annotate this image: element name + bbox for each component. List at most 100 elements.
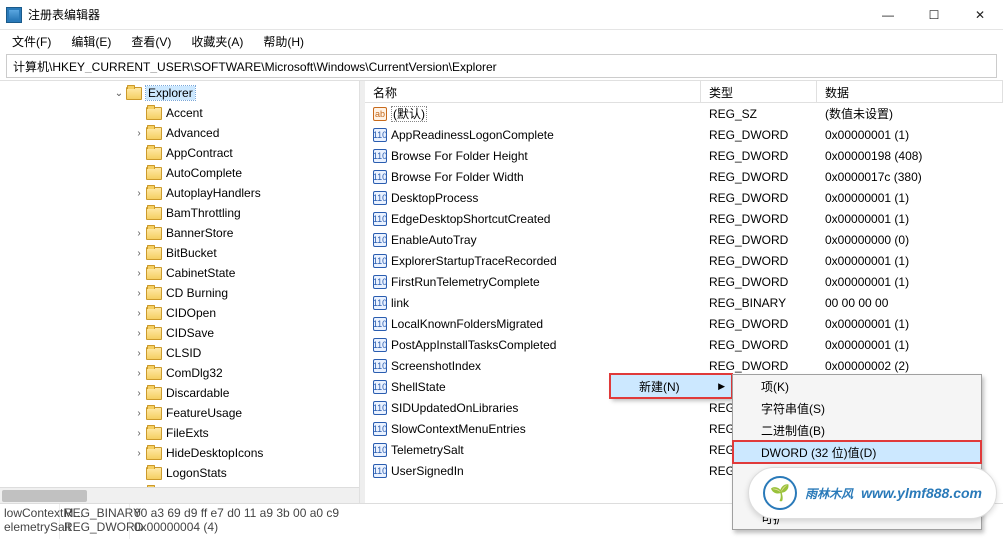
app-icon	[6, 7, 22, 23]
value-row[interactable]: 110DesktopProcessREG_DWORD0x00000001 (1)	[365, 187, 1003, 208]
value-row[interactable]: 110ScreenshotIndexREG_DWORD0x00000002 (2…	[365, 355, 1003, 376]
folder-icon	[146, 107, 162, 120]
minimize-button[interactable]: —	[865, 0, 911, 30]
value-row[interactable]: 110Browse For Folder HeightREG_DWORD0x00…	[365, 145, 1003, 166]
close-button[interactable]: ✕	[957, 0, 1003, 30]
binary-icon: 110	[373, 401, 387, 415]
tree-item[interactable]: ›BitBucket	[0, 243, 359, 263]
folder-icon	[146, 187, 162, 200]
context-item[interactable]: QW	[733, 463, 981, 485]
context-item[interactable]: 项(K)	[733, 375, 981, 397]
tree-view[interactable]: ⌄Explorer›Accent›Advanced›AppContract›Au…	[0, 81, 360, 503]
tree-item[interactable]: ›Accent	[0, 103, 359, 123]
tree-item[interactable]: ›CIDSave	[0, 323, 359, 343]
value-row[interactable]: ab(默认)REG_SZ(数值未设置)	[365, 103, 1003, 124]
context-submenu[interactable]: 项(K)字符串值(S)二进制值(B)DWORD (32 位)值(D)QW多字可扩	[732, 374, 982, 530]
tree-item-explorer[interactable]: Explorer	[146, 86, 195, 100]
value-row[interactable]: 110EdgeDesktopShortcutCreatedREG_DWORD0x…	[365, 208, 1003, 229]
tree-item[interactable]: ›AutoComplete	[0, 163, 359, 183]
binary-icon: 110	[373, 359, 387, 373]
tree-item[interactable]: ›LogonStats	[0, 463, 359, 483]
menubar: 文件(F) 编辑(E) 查看(V) 收藏夹(A) 帮助(H)	[0, 30, 1003, 52]
folder-icon	[146, 447, 162, 460]
folder-icon	[146, 347, 162, 360]
folder-icon	[146, 207, 162, 220]
column-type[interactable]: 类型	[701, 81, 817, 102]
value-row[interactable]: 110Browse For Folder WidthREG_DWORD0x000…	[365, 166, 1003, 187]
folder-icon	[146, 467, 162, 480]
binary-icon: 110	[373, 275, 387, 289]
column-data[interactable]: 数据	[817, 81, 1003, 102]
context-item[interactable]: 可扩	[733, 507, 981, 529]
context-item[interactable]: DWORD (32 位)值(D)	[733, 441, 981, 463]
folder-icon	[126, 87, 142, 100]
context-menu-new[interactable]: 新建(N)▶	[610, 374, 732, 398]
value-row[interactable]: 110linkREG_BINARY00 00 00 00	[365, 292, 1003, 313]
binary-icon: 110	[373, 149, 387, 163]
binary-icon: 110	[373, 380, 387, 394]
tree-scrollbar-horizontal[interactable]	[0, 487, 359, 503]
maximize-button[interactable]: ☐	[911, 0, 957, 30]
tree-item[interactable]: ›CLSID	[0, 343, 359, 363]
tree-item[interactable]: ›FeatureUsage	[0, 403, 359, 423]
tree-item[interactable]: ›BamThrottling	[0, 203, 359, 223]
context-item[interactable]: 多字	[733, 485, 981, 507]
folder-icon	[146, 147, 162, 160]
binary-icon: 110	[373, 464, 387, 478]
folder-icon	[146, 427, 162, 440]
binary-icon: 110	[373, 338, 387, 352]
binary-icon: 110	[373, 233, 387, 247]
titlebar: 注册表编辑器 — ☐ ✕	[0, 0, 1003, 30]
value-row[interactable]: 110AppReadinessLogonCompleteREG_DWORD0x0…	[365, 124, 1003, 145]
context-item-new[interactable]: 新建(N)▶	[611, 375, 731, 397]
folder-icon	[146, 287, 162, 300]
tree-item[interactable]: ›HideDesktopIcons	[0, 443, 359, 463]
column-headers[interactable]: 名称 类型 数据	[365, 81, 1003, 103]
tree-item[interactable]: ›CD Burning	[0, 283, 359, 303]
binary-icon: 110	[373, 443, 387, 457]
menu-favorites[interactable]: 收藏夹(A)	[183, 31, 251, 52]
tree-item[interactable]: ›BannerStore	[0, 223, 359, 243]
tree-item[interactable]: ›CabinetState	[0, 263, 359, 283]
value-row[interactable]: 110EnableAutoTrayREG_DWORD0x00000000 (0)	[365, 229, 1003, 250]
folder-icon	[146, 387, 162, 400]
folder-icon	[146, 247, 162, 260]
folder-icon	[146, 407, 162, 420]
string-icon: ab	[373, 107, 387, 121]
folder-icon	[146, 127, 162, 140]
folder-icon	[146, 327, 162, 340]
tree-item[interactable]: ›Discardable	[0, 383, 359, 403]
folder-icon	[146, 267, 162, 280]
folder-icon	[146, 227, 162, 240]
value-row[interactable]: 110PostAppInstallTasksCompletedREG_DWORD…	[365, 334, 1003, 355]
folder-icon	[146, 367, 162, 380]
tree-item[interactable]: ›FileExts	[0, 423, 359, 443]
address-bar[interactable]	[6, 54, 997, 78]
menu-help[interactable]: 帮助(H)	[255, 31, 312, 52]
tree-item[interactable]: ›ComDlg32	[0, 363, 359, 383]
menu-edit[interactable]: 编辑(E)	[63, 31, 119, 52]
binary-icon: 110	[373, 128, 387, 142]
value-row[interactable]: 110ExplorerStartupTraceRecordedREG_DWORD…	[365, 250, 1003, 271]
tree-item[interactable]: ›AppContract	[0, 143, 359, 163]
context-item[interactable]: 二进制值(B)	[733, 419, 981, 441]
tree-item[interactable]: ›Advanced	[0, 123, 359, 143]
column-name[interactable]: 名称	[365, 81, 701, 102]
binary-icon: 110	[373, 212, 387, 226]
folder-icon	[146, 167, 162, 180]
tree-item[interactable]: ›CIDOpen	[0, 303, 359, 323]
context-item[interactable]: 字符串值(S)	[733, 397, 981, 419]
folder-icon	[146, 307, 162, 320]
value-row[interactable]: 110FirstRunTelemetryCompleteREG_DWORD0x0…	[365, 271, 1003, 292]
value-row[interactable]: 110LocalKnownFoldersMigratedREG_DWORD0x0…	[365, 313, 1003, 334]
binary-icon: 110	[373, 422, 387, 436]
binary-icon: 110	[373, 317, 387, 331]
tree-item[interactable]: ›AutoplayHandlers	[0, 183, 359, 203]
menu-file[interactable]: 文件(F)	[4, 31, 59, 52]
binary-icon: 110	[373, 296, 387, 310]
address-input[interactable]	[13, 59, 990, 73]
menu-view[interactable]: 查看(V)	[123, 31, 179, 52]
binary-icon: 110	[373, 170, 387, 184]
window-title: 注册表编辑器	[28, 6, 865, 23]
binary-icon: 110	[373, 191, 387, 205]
